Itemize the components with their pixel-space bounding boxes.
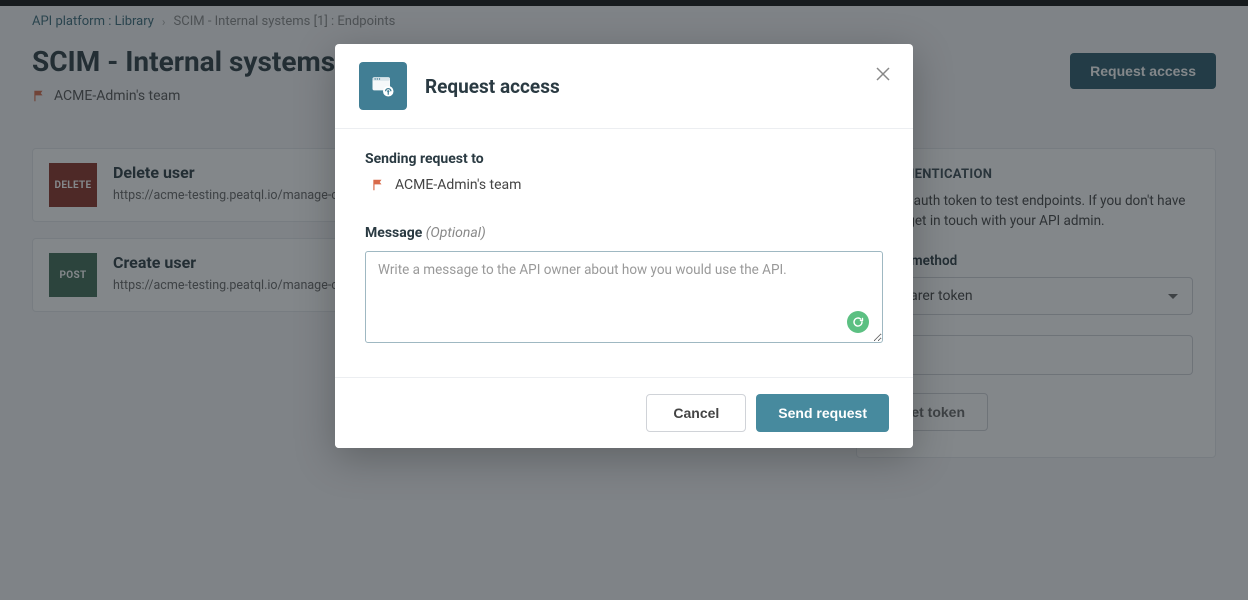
flag-icon <box>371 178 385 192</box>
modal-body: Sending request to ACME-Admin's team Mes… <box>335 129 913 377</box>
message-optional-text: (Optional) <box>426 225 486 241</box>
message-label-text: Message <box>365 225 422 241</box>
sending-request-label: Sending request to <box>365 151 883 167</box>
recipient-team-name: ACME-Admin's team <box>395 177 521 193</box>
modal-app-icon <box>359 62 407 110</box>
cancel-button[interactable]: Cancel <box>646 394 746 432</box>
close-icon[interactable] <box>871 62 895 86</box>
send-request-button[interactable]: Send request <box>756 394 889 432</box>
modal-overlay[interactable]: Request access Sending request to ACME-A… <box>0 0 1248 600</box>
modal-title: Request access <box>425 75 560 98</box>
request-access-modal: Request access Sending request to ACME-A… <box>335 44 913 448</box>
recipient-team-row: ACME-Admin's team <box>365 177 883 193</box>
message-textarea[interactable] <box>365 251 883 343</box>
modal-header: Request access <box>335 44 913 129</box>
message-label: Message (Optional) <box>365 225 883 241</box>
modal-footer: Cancel Send request <box>335 377 913 448</box>
